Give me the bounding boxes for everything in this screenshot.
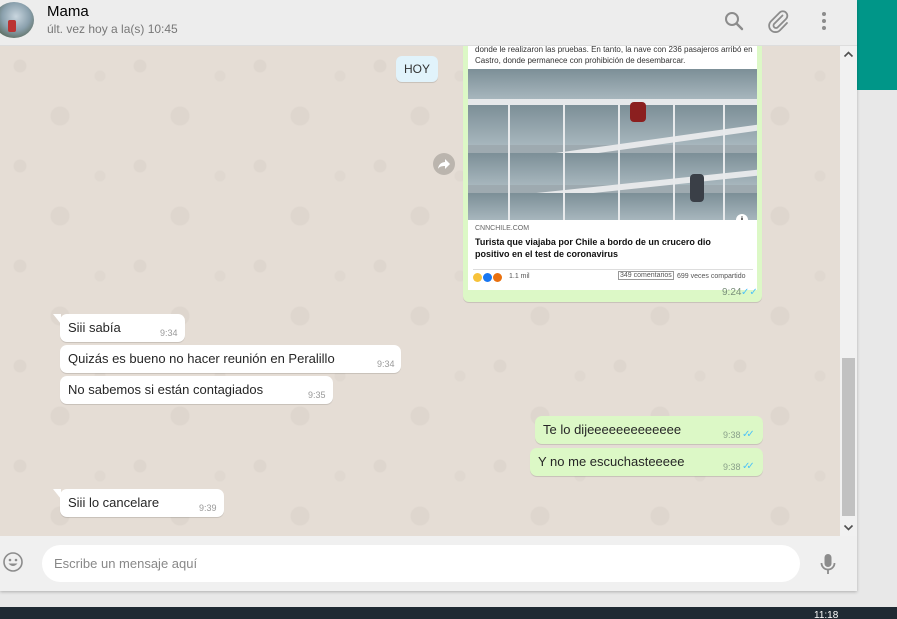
link-preview-message[interactable]: donde le realizaron las pruebas. En tant…	[463, 46, 762, 302]
link-description: donde le realizaron las pruebas. En tant…	[475, 46, 753, 65]
message-text: Siii sabía	[68, 320, 121, 335]
emoji-icon[interactable]	[2, 551, 24, 573]
outgoing-message[interactable]: Y no me escuchasteeeee 9:38 ✓✓	[530, 448, 763, 476]
wow-reaction-icon	[473, 273, 482, 282]
message-time: 9:39	[199, 503, 217, 513]
outgoing-message[interactable]: Te lo dijeeeeeeeeeeeee 9:38 ✓✓	[535, 416, 763, 444]
read-receipt-icon: ✓✓	[742, 429, 755, 440]
chat-scrollbar[interactable]	[840, 46, 857, 536]
link-preview-card[interactable]: donde le realizaron las pruebas. En tant…	[468, 46, 757, 290]
message-time: 9:38	[723, 430, 741, 440]
message-input[interactable]	[42, 545, 800, 582]
scrollbar-thumb[interactable]	[842, 358, 855, 516]
message-text: Y no me escuchasteeeee	[538, 454, 685, 469]
forward-button[interactable]	[433, 153, 455, 175]
link-title[interactable]: Turista que viajaba por Chile a bordo de…	[475, 236, 745, 260]
shares-count: 699 veces compartido	[677, 273, 746, 280]
link-source: CNNCHILE.COM	[475, 225, 530, 232]
forward-icon	[438, 159, 450, 169]
incoming-message[interactable]: Quizás es bueno no hacer reunión en Pera…	[60, 345, 401, 373]
last-seen-status: últ. vez hoy a la(s) 10:45	[47, 22, 178, 36]
info-icon[interactable]: i	[736, 214, 748, 220]
os-taskbar: 11:18	[0, 607, 897, 619]
message-list[interactable]: HOY donde le realizaron las pruebas. En …	[0, 46, 840, 536]
scroll-down-arrow-icon[interactable]	[840, 519, 857, 536]
taskbar-clock[interactable]: 11:18	[814, 611, 838, 619]
photo-person	[630, 102, 646, 122]
angry-reaction-icon	[492, 273, 502, 282]
photo-person	[690, 174, 704, 202]
message-time: 9:24	[722, 287, 742, 298]
search-icon[interactable]	[722, 9, 746, 33]
contact-name[interactable]: Mama	[47, 3, 89, 20]
whatsapp-window: Mama últ. vez hoy a la(s) 10:45 HOY dond…	[0, 0, 857, 591]
background-panel	[857, 90, 897, 607]
background-teal-band	[857, 0, 897, 90]
attach-icon[interactable]	[766, 9, 790, 33]
message-time: 9:35	[308, 390, 326, 400]
incoming-message[interactable]: No sabemos si están contagiados 9:35	[60, 376, 333, 404]
menu-icon[interactable]	[812, 9, 836, 33]
link-preview-image[interactable]: i	[468, 69, 757, 220]
read-receipt-icon: ✓✓	[741, 287, 758, 298]
incoming-message[interactable]: Siii sabía 9:34	[53, 314, 185, 342]
link-stats: 1.1 mil 349 comentarios 699 veces compar…	[473, 269, 753, 283]
avatar[interactable]	[0, 2, 34, 38]
read-receipt-icon: ✓✓	[742, 461, 755, 472]
reactions	[473, 273, 502, 282]
message-time: 9:34	[377, 359, 395, 369]
date-divider: HOY	[396, 56, 438, 82]
message-time: 9:38	[723, 462, 741, 472]
microphone-icon[interactable]	[818, 552, 838, 576]
message-time: 9:34	[160, 328, 178, 338]
message-composer	[0, 536, 857, 591]
scroll-up-arrow-icon[interactable]	[840, 46, 857, 63]
chat-header[interactable]: Mama últ. vez hoy a la(s) 10:45	[0, 0, 857, 46]
like-reaction-icon	[482, 273, 492, 282]
message-text: Quizás es bueno no hacer reunión en Pera…	[68, 351, 335, 366]
reactions-count: 1.1 mil	[509, 273, 530, 280]
message-text: No sabemos si están contagiados	[68, 382, 264, 397]
message-text: Te lo dijeeeeeeeeeeeee	[543, 422, 682, 437]
message-text: Siii lo cancelare	[68, 495, 160, 510]
comments-count: 349 comentarios	[618, 271, 674, 280]
incoming-message[interactable]: Siii lo cancelare 9:39	[53, 489, 224, 517]
